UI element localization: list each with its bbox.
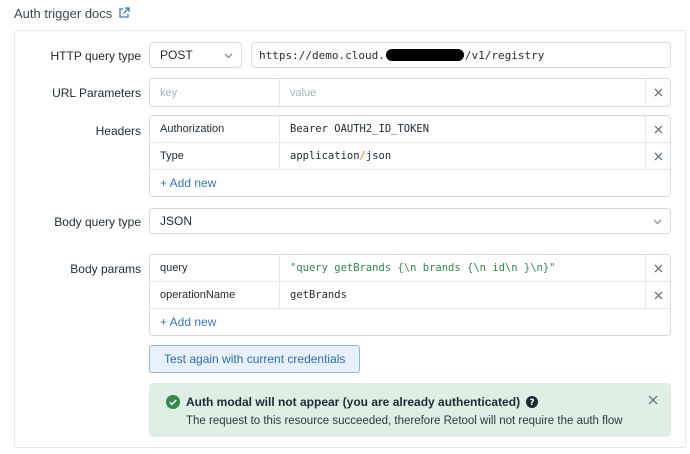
table-row: operationName getBrands <box>150 282 670 309</box>
body-key-input[interactable]: operationName <box>150 282 280 308</box>
svg-text:?: ? <box>529 398 534 408</box>
redacted-hostname <box>385 49 464 61</box>
close-icon[interactable] <box>648 395 658 405</box>
body-params-table: query "query getBrands {\n brands {\n id… <box>149 254 671 336</box>
page-header: Auth trigger docs <box>14 4 130 22</box>
close-icon <box>654 291 662 299</box>
url-parameters-label: URL Parameters <box>52 86 141 100</box>
headers-label: Headers <box>95 124 141 138</box>
header-key-input[interactable]: Type <box>150 143 280 169</box>
table-row: Type application / json <box>150 143 670 170</box>
http-query-type-label: HTTP query type <box>50 49 141 63</box>
url-suffix: /v1/registry <box>464 48 545 62</box>
header-value-part: json <box>365 150 392 162</box>
alert-body: The request to this resource succeeded, … <box>186 415 623 427</box>
table-row: query "query getBrands {\n brands {\n id… <box>150 255 670 282</box>
chevron-down-icon <box>653 219 662 225</box>
delete-row-button[interactable] <box>646 79 670 106</box>
help-icon[interactable]: ? <box>526 396 539 408</box>
header-value-input[interactable]: application / json <box>280 143 646 169</box>
http-method-value: POST <box>160 48 193 62</box>
url-prefix: https://demo.cloud. <box>259 48 385 62</box>
headers-table: Authorization Bearer OAUTH2_ID_TOKEN Typ… <box>149 115 671 197</box>
delete-row-button[interactable] <box>646 116 670 142</box>
param-value-input[interactable]: value <box>280 79 646 106</box>
close-icon <box>654 152 662 160</box>
body-value-input[interactable]: getBrands <box>280 282 646 308</box>
external-link-icon[interactable] <box>118 7 130 19</box>
add-header-button[interactable]: + Add new <box>150 170 670 196</box>
param-key-input[interactable]: key <box>150 79 280 106</box>
body-query-type-label: Body query type <box>54 215 141 229</box>
body-type-value: JSON <box>160 214 193 228</box>
add-body-param-button[interactable]: + Add new <box>150 309 670 335</box>
delete-row-button[interactable] <box>646 143 670 169</box>
header-key-input[interactable]: Authorization <box>150 116 280 142</box>
url-parameters-table: key value <box>149 78 671 107</box>
body-type-select[interactable]: JSON <box>149 208 671 234</box>
table-row: key value <box>150 79 670 106</box>
url-input[interactable]: https://demo.cloud. /v1/registry <box>251 42 671 68</box>
table-row: Authorization Bearer OAUTH2_ID_TOKEN <box>150 116 670 143</box>
alert-title-row: Auth modal will not appear (you are alre… <box>186 395 539 409</box>
header-value-part: application <box>290 150 360 162</box>
body-key-input[interactable]: query <box>150 255 280 281</box>
header-value-input[interactable]: Bearer OAUTH2_ID_TOKEN <box>280 116 646 142</box>
close-icon <box>654 264 662 272</box>
delete-row-button[interactable] <box>646 255 670 281</box>
page-title: Auth trigger docs <box>14 5 113 21</box>
delete-row-button[interactable] <box>646 282 670 308</box>
close-icon <box>654 125 662 133</box>
test-credentials-button[interactable]: Test again with current credentials <box>149 345 361 373</box>
check-circle-icon <box>166 395 180 409</box>
alert-title: Auth modal will not appear (you are alre… <box>186 395 521 409</box>
body-value-input[interactable]: "query getBrands {\n brands {\n id\n }\n… <box>280 255 646 281</box>
body-params-label: Body params <box>70 262 141 276</box>
http-method-select[interactable]: POST <box>149 42 242 68</box>
resource-panel: HTTP query type POST https://demo.cloud.… <box>14 30 686 448</box>
close-icon <box>654 88 662 97</box>
auth-status-alert: Auth modal will not appear (you are alre… <box>149 383 671 437</box>
chevron-down-icon <box>224 53 233 59</box>
